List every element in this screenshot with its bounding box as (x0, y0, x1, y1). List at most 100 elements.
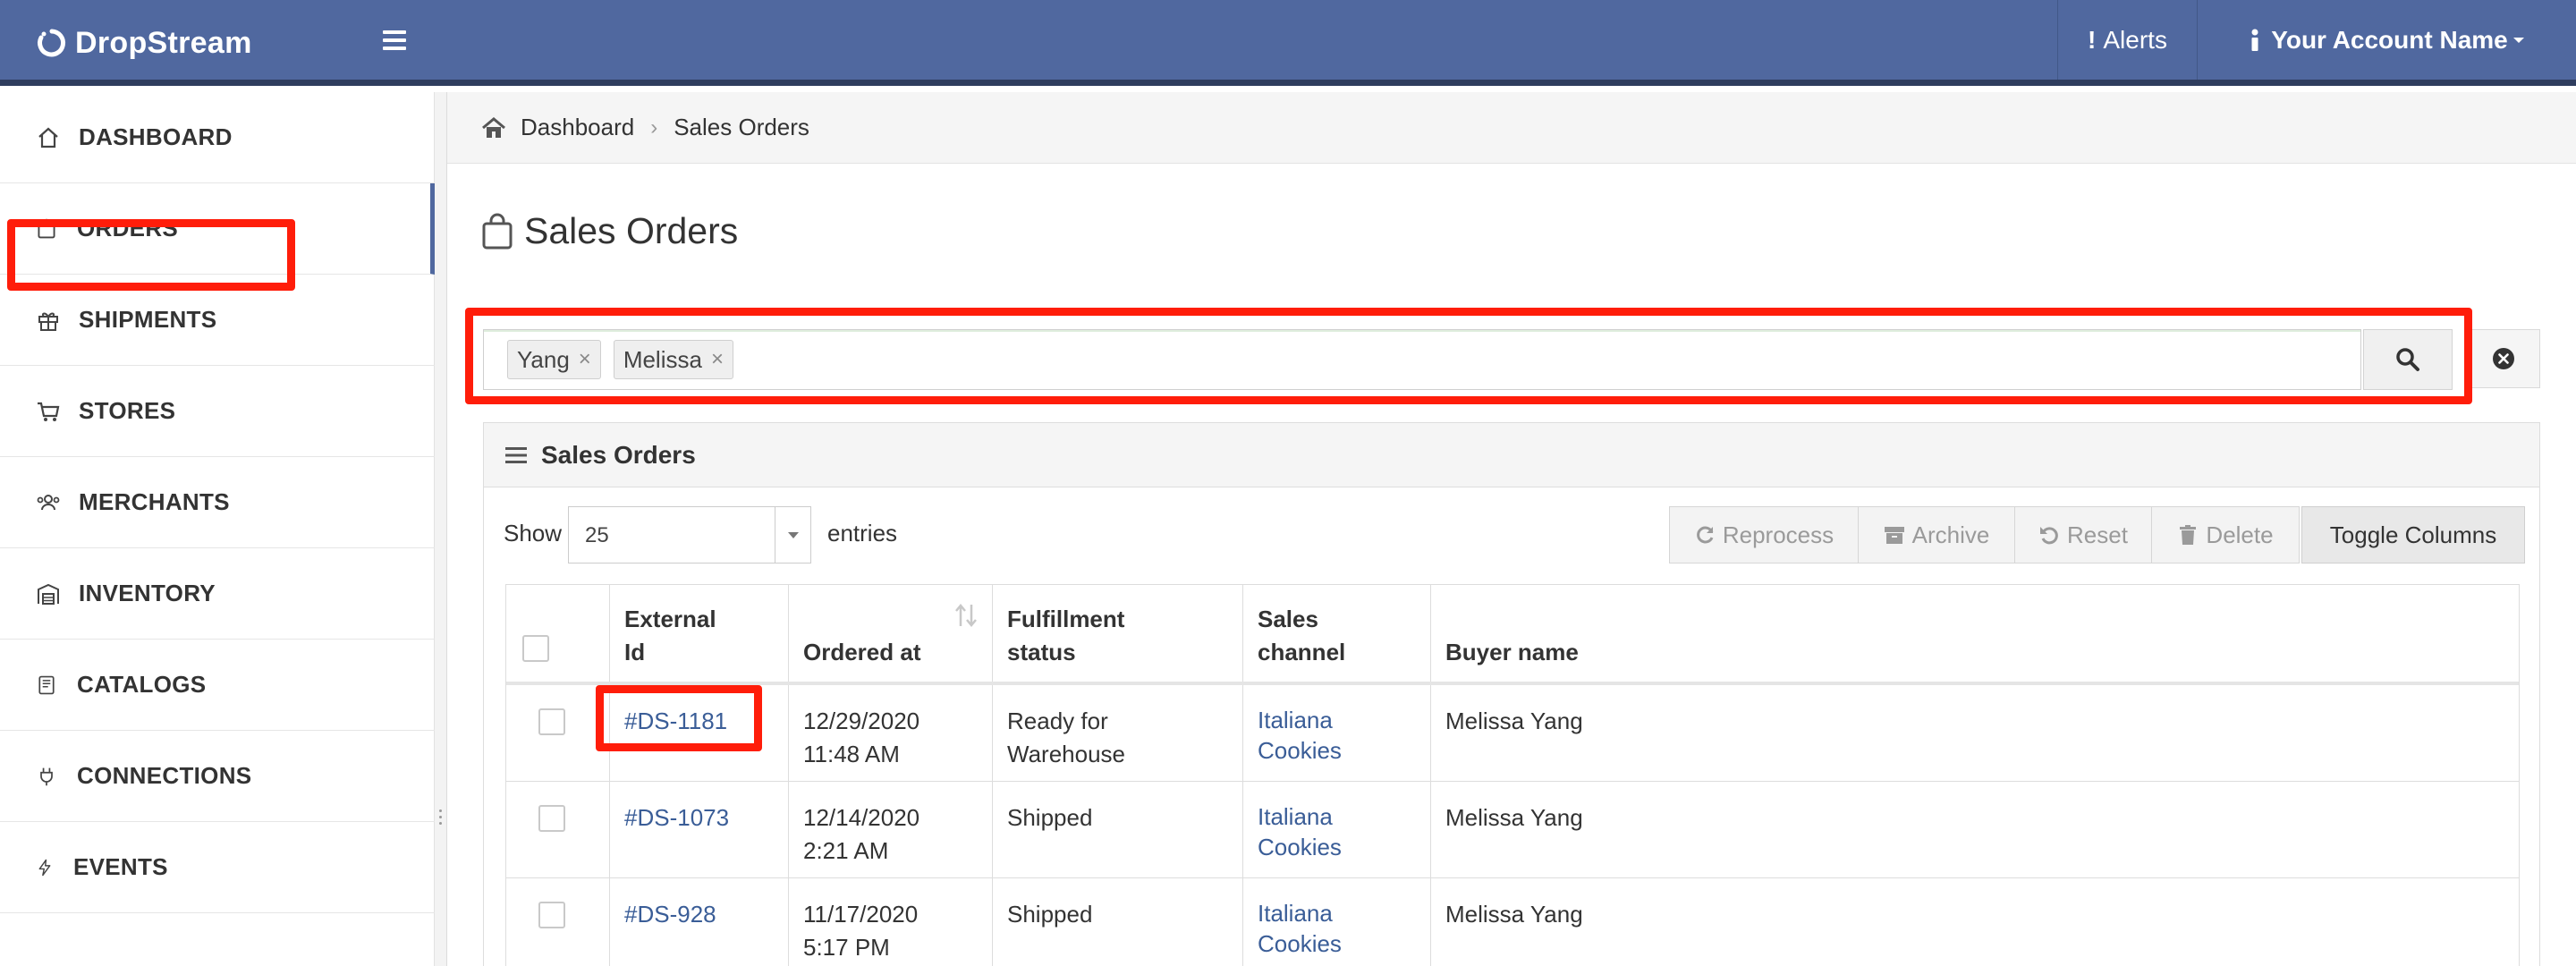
archive-button[interactable]: Archive (1858, 506, 2015, 564)
top-navbar: DropStream ! Alerts Your Account Name (0, 0, 2576, 86)
alerts-label: Alerts (2103, 25, 2167, 54)
status-text: Shipped (1007, 901, 1093, 928)
account-name: Your Account Name (2271, 25, 2508, 54)
order-date: 12/14/2020 (803, 804, 920, 831)
select-all-checkbox[interactable] (522, 635, 549, 662)
archive-label: Archive (1911, 521, 1990, 548)
sidebar-item-shipments[interactable]: SHIPMENTS (0, 275, 435, 366)
ordered-at-cell: 12/29/2020 11:48 AM (789, 685, 993, 781)
page-title: Sales Orders (481, 206, 738, 256)
sales-orders-panel: Sales Orders Show 25 entries Reprocess A… (483, 422, 2540, 966)
exclamation-icon: ! (2088, 25, 2097, 54)
status-text: Warehouse (1007, 741, 1125, 767)
sales-channel-link[interactable]: Italiana Cookies (1243, 878, 1431, 966)
delete-button[interactable]: Delete (2151, 506, 2300, 564)
sidebar-item-merchants[interactable]: MERCHANTS (0, 457, 435, 548)
menu-toggle-icon[interactable] (383, 30, 406, 50)
list-icon (505, 446, 527, 463)
brand-logo[interactable]: DropStream (36, 25, 252, 61)
brand-name: DropStream (75, 25, 252, 60)
sidebar-item-label: EVENTS (73, 853, 168, 880)
reset-button[interactable]: Reset (2014, 506, 2152, 564)
reprocess-button[interactable]: Reprocess (1669, 506, 1859, 564)
toggle-columns-button[interactable]: Toggle Columns (2301, 506, 2525, 564)
show-label: Show (504, 520, 563, 547)
status-text: Shipped (1007, 804, 1093, 831)
sidebar-item-orders[interactable]: ORDERS (0, 183, 435, 275)
archive-icon (1884, 527, 1904, 544)
info-icon (2251, 29, 2258, 51)
sidebar-item-label: ORDERS (77, 215, 179, 242)
chevron-down-icon (775, 507, 810, 563)
sales-channel-link[interactable]: Italiana Cookies (1243, 782, 1431, 877)
panel-title: Sales Orders (541, 440, 696, 469)
sidebar-item-catalogs[interactable]: CATALOGS (0, 640, 435, 731)
sidebar-item-label: INVENTORY (79, 580, 216, 606)
fulfillment-status-cell: Shipped (993, 878, 1243, 966)
cart-icon (38, 402, 60, 421)
remove-tag-icon[interactable]: × (579, 347, 591, 372)
home-icon (482, 116, 505, 138)
order-time: 5:17 PM (803, 934, 890, 961)
buyer-name-cell: Melissa Yang (1445, 708, 1583, 734)
home-icon (38, 127, 58, 148)
column-header-fulfillment-status[interactable]: Fulfillment status (993, 585, 1243, 683)
search-button[interactable] (2363, 329, 2453, 390)
column-header-buyer-name[interactable]: Buyer name (1431, 585, 2520, 683)
buyer-name-cell: Melissa Yang (1445, 804, 1583, 831)
sidebar-item-label: CONNECTIONS (77, 762, 252, 789)
channel-text: Cookies (1258, 737, 1342, 764)
clear-search-button[interactable] (2467, 329, 2540, 388)
sales-channel-link[interactable]: Italiana Cookies (1243, 685, 1431, 781)
search-tag[interactable]: Yang × (507, 340, 601, 379)
search-icon (2396, 348, 2419, 371)
column-header-external-id[interactable]: External Id (610, 585, 789, 683)
alerts-button[interactable]: ! Alerts (2057, 0, 2197, 80)
row-checkbox[interactable] (538, 708, 565, 735)
ordered-at-cell: 11/17/2020 5:17 PM (789, 878, 993, 966)
entries-select[interactable]: 25 (568, 506, 811, 564)
entries-select-value: 25 (585, 523, 609, 547)
search-tag[interactable]: Melissa × (613, 340, 733, 379)
sidebar-item-label: CATALOGS (77, 671, 207, 698)
row-checkbox[interactable] (538, 805, 565, 832)
book-icon (38, 675, 55, 694)
sidebar-resize-handle[interactable] (435, 92, 447, 966)
breadcrumb-current: Sales Orders (674, 114, 809, 140)
column-header-label: External (624, 606, 716, 632)
channel-text: Italiana (1258, 707, 1333, 733)
sidebar-item-label: STORES (79, 397, 176, 424)
fulfillment-status-cell: Shipped (993, 782, 1243, 877)
external-id-link[interactable]: #DS-1073 (610, 782, 789, 877)
sidebar-item-stores[interactable]: STORES (0, 366, 435, 457)
entries-label: entries (827, 520, 898, 547)
row-checkbox[interactable] (538, 902, 565, 928)
undo-icon (2040, 527, 2058, 545)
reset-label: Reset (2067, 521, 2128, 548)
column-header-sales-channel[interactable]: Sales channel (1243, 585, 1431, 683)
dropstream-logo-icon (38, 29, 66, 57)
table-row[interactable]: #DS-928 11/17/2020 5:17 PM Shipped Itali… (506, 878, 2519, 966)
table-row[interactable]: #DS-1181 12/29/2020 11:48 AM Ready for W… (506, 685, 2519, 782)
table-row[interactable]: #DS-1073 12/14/2020 2:21 AM Shipped Ital… (506, 782, 2519, 878)
sort-icon[interactable] (954, 603, 978, 628)
channel-text: Cookies (1258, 930, 1342, 957)
external-id-link[interactable]: #DS-928 (610, 878, 789, 966)
remove-tag-icon[interactable]: × (711, 347, 724, 372)
gift-box-icon (38, 312, 58, 331)
fulfillment-status-cell: Ready for Warehouse (993, 685, 1243, 781)
sidebar-item-dashboard[interactable]: DASHBOARD (0, 92, 435, 183)
column-header-label: Sales (1258, 606, 1318, 632)
shopping-bag-icon (482, 213, 513, 250)
sidebar-item-label: SHIPMENTS (79, 306, 217, 333)
external-id-link[interactable]: #DS-1181 (610, 685, 789, 781)
account-menu[interactable]: Your Account Name (2197, 0, 2576, 80)
search-input[interactable]: Yang × Melissa × (483, 329, 2361, 390)
channel-text: Cookies (1258, 834, 1342, 860)
sidebar-item-inventory[interactable]: INVENTORY (0, 548, 435, 640)
sidebar-item-events[interactable]: EVENTS (0, 822, 435, 913)
shopping-bag-icon (38, 218, 55, 238)
breadcrumb-dashboard-link[interactable]: Dashboard (521, 114, 634, 141)
column-header-ordered-at[interactable]: Ordered at (789, 585, 993, 683)
sidebar-item-connections[interactable]: CONNECTIONS (0, 731, 435, 822)
